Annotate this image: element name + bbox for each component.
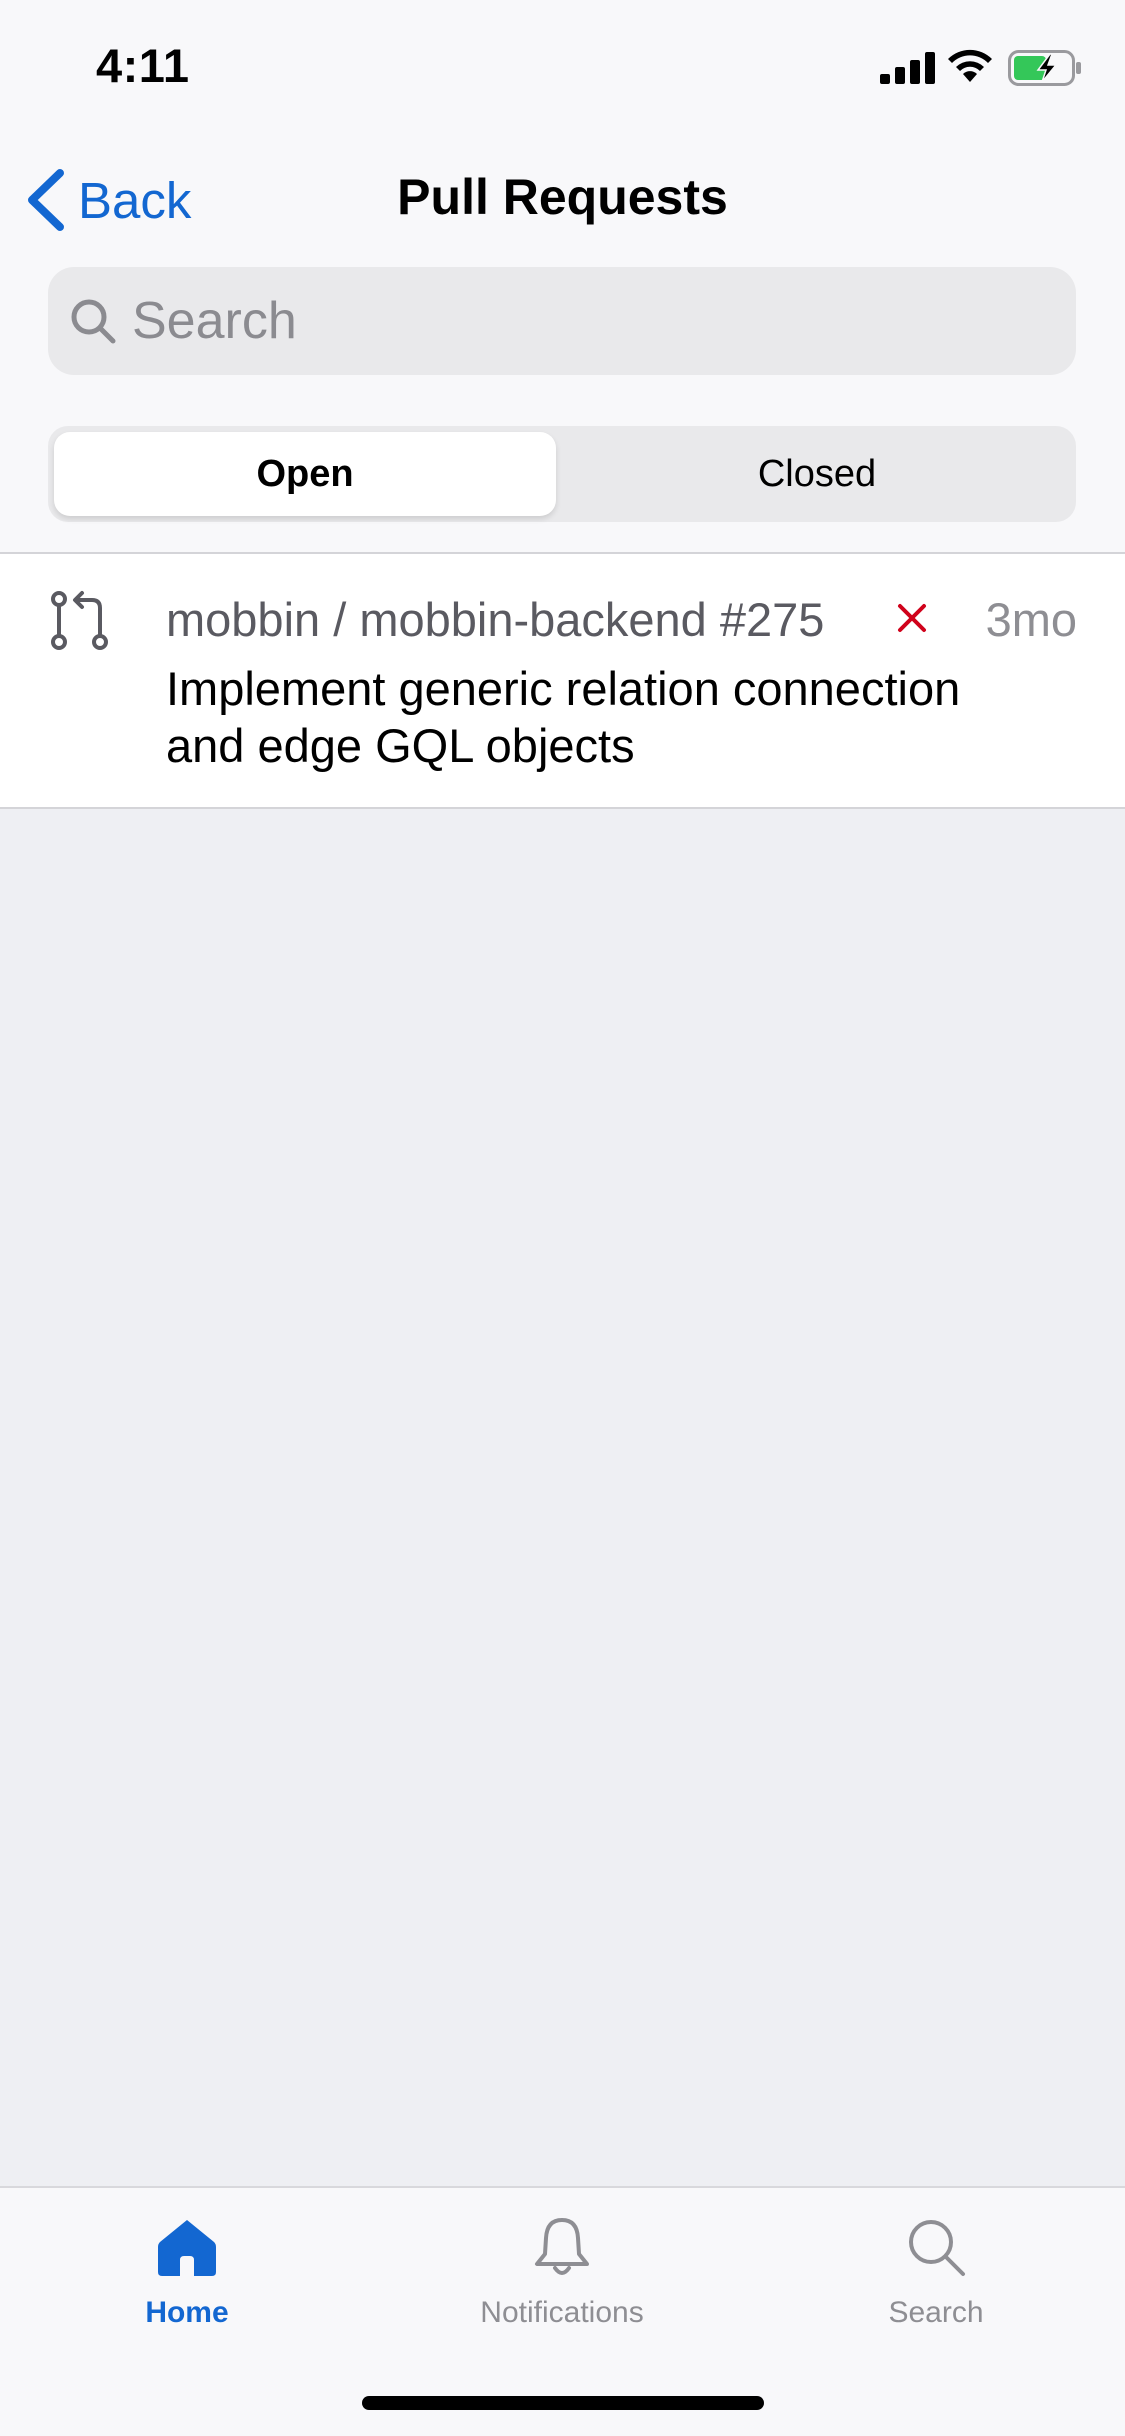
wifi-icon xyxy=(948,49,992,82)
pull-request-row[interactable]: mobbin / mobbin-backend #275 3mo Impleme… xyxy=(0,552,1125,809)
header-area: 4:11 Back Pull Requests Search Open Clos… xyxy=(0,0,1125,552)
segment-closed[interactable]: Closed xyxy=(566,432,1068,516)
tab-notifications-label: Notifications xyxy=(480,2296,644,2329)
state-segmented-control: Open Closed xyxy=(48,426,1076,522)
tab-search-label: Search xyxy=(888,2296,984,2329)
tab-search[interactable]: Search xyxy=(806,2216,1066,2330)
search-icon xyxy=(909,2220,965,2276)
screen: 4:11 Back Pull Requests Search Open Clos… xyxy=(0,0,1125,2436)
home-icon xyxy=(158,2220,216,2276)
navigation-bar: Back Pull Requests xyxy=(0,140,1125,260)
battery-charging-icon xyxy=(1008,50,1081,86)
search-input[interactable] xyxy=(132,291,1032,351)
status-time: 4:11 xyxy=(96,39,190,92)
segment-open[interactable]: Open xyxy=(54,432,556,516)
home-indicator[interactable] xyxy=(362,2396,764,2410)
search-bar[interactable] xyxy=(48,267,1076,375)
pull-request-age: 3mo xyxy=(985,593,1077,646)
pull-request-icon xyxy=(51,591,108,650)
page-title: Pull Requests xyxy=(397,169,728,225)
pull-request-repo: mobbin / mobbin-backend #275 xyxy=(166,593,825,646)
tab-home-label: Home xyxy=(145,2296,229,2329)
bell-icon xyxy=(535,2218,589,2275)
close-icon xyxy=(898,604,926,632)
pull-request-title: Implement generic relation connection an… xyxy=(166,662,961,772)
tab-home[interactable]: Home xyxy=(57,2216,317,2330)
cellular-signal-icon xyxy=(880,52,935,84)
tab-notifications[interactable]: Notifications xyxy=(432,2216,692,2330)
search-icon xyxy=(71,299,116,344)
status-bar: 4:11 xyxy=(0,0,1125,132)
